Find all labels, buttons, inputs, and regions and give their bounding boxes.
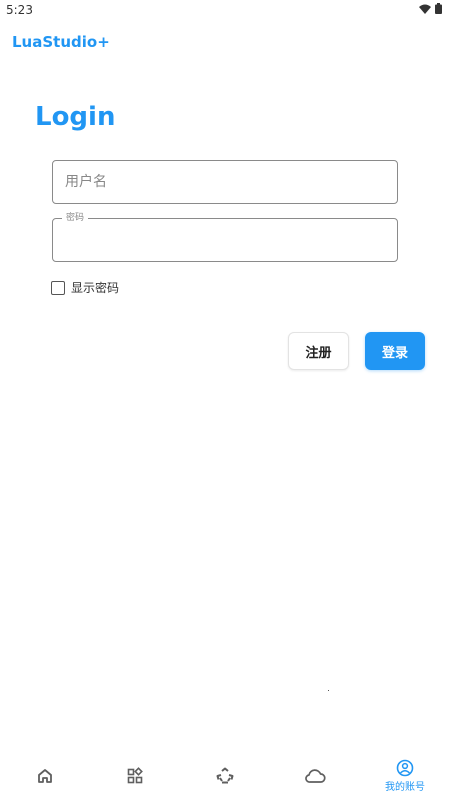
nav-item-cloud[interactable] — [270, 752, 360, 800]
show-password-label: 显示密码 — [71, 281, 120, 295]
account-icon — [396, 759, 414, 777]
nav-item-apps[interactable] — [90, 752, 180, 800]
page-title: Login — [35, 102, 116, 132]
decorative-dot — [328, 690, 329, 691]
show-password-checkbox[interactable] — [51, 280, 65, 295]
apps-icon — [127, 767, 143, 784]
nav-item-recycle[interactable] — [180, 752, 270, 800]
battery-icon — [435, 3, 442, 14]
password-field-container: 密码 — [52, 212, 398, 262]
home-icon — [38, 769, 52, 783]
register-button[interactable]: 注册 — [288, 332, 349, 370]
nav-label-account: 我的账号 — [385, 782, 425, 793]
status-icons — [419, 3, 442, 14]
password-input[interactable] — [53, 219, 397, 261]
app-bar: LuaStudio+ — [0, 30, 450, 58]
cloud-icon — [305, 769, 326, 783]
nav-item-home[interactable] — [0, 752, 90, 800]
wifi-icon — [419, 4, 431, 14]
username-input[interactable] — [53, 161, 397, 203]
status-bar: 5:23 — [0, 0, 450, 20]
password-label: 密码 — [62, 212, 89, 224]
bottom-nav: 我的账号 — [0, 752, 450, 800]
recycle-icon — [216, 767, 234, 784]
nav-item-account[interactable]: 我的账号 — [360, 752, 450, 800]
username-field-container — [52, 160, 398, 204]
status-time: 5:23 — [6, 3, 33, 17]
app-title: LuaStudio+ — [12, 33, 110, 51]
login-button[interactable]: 登录 — [365, 332, 425, 370]
show-password-toggle[interactable]: 显示密码 — [51, 279, 119, 296]
